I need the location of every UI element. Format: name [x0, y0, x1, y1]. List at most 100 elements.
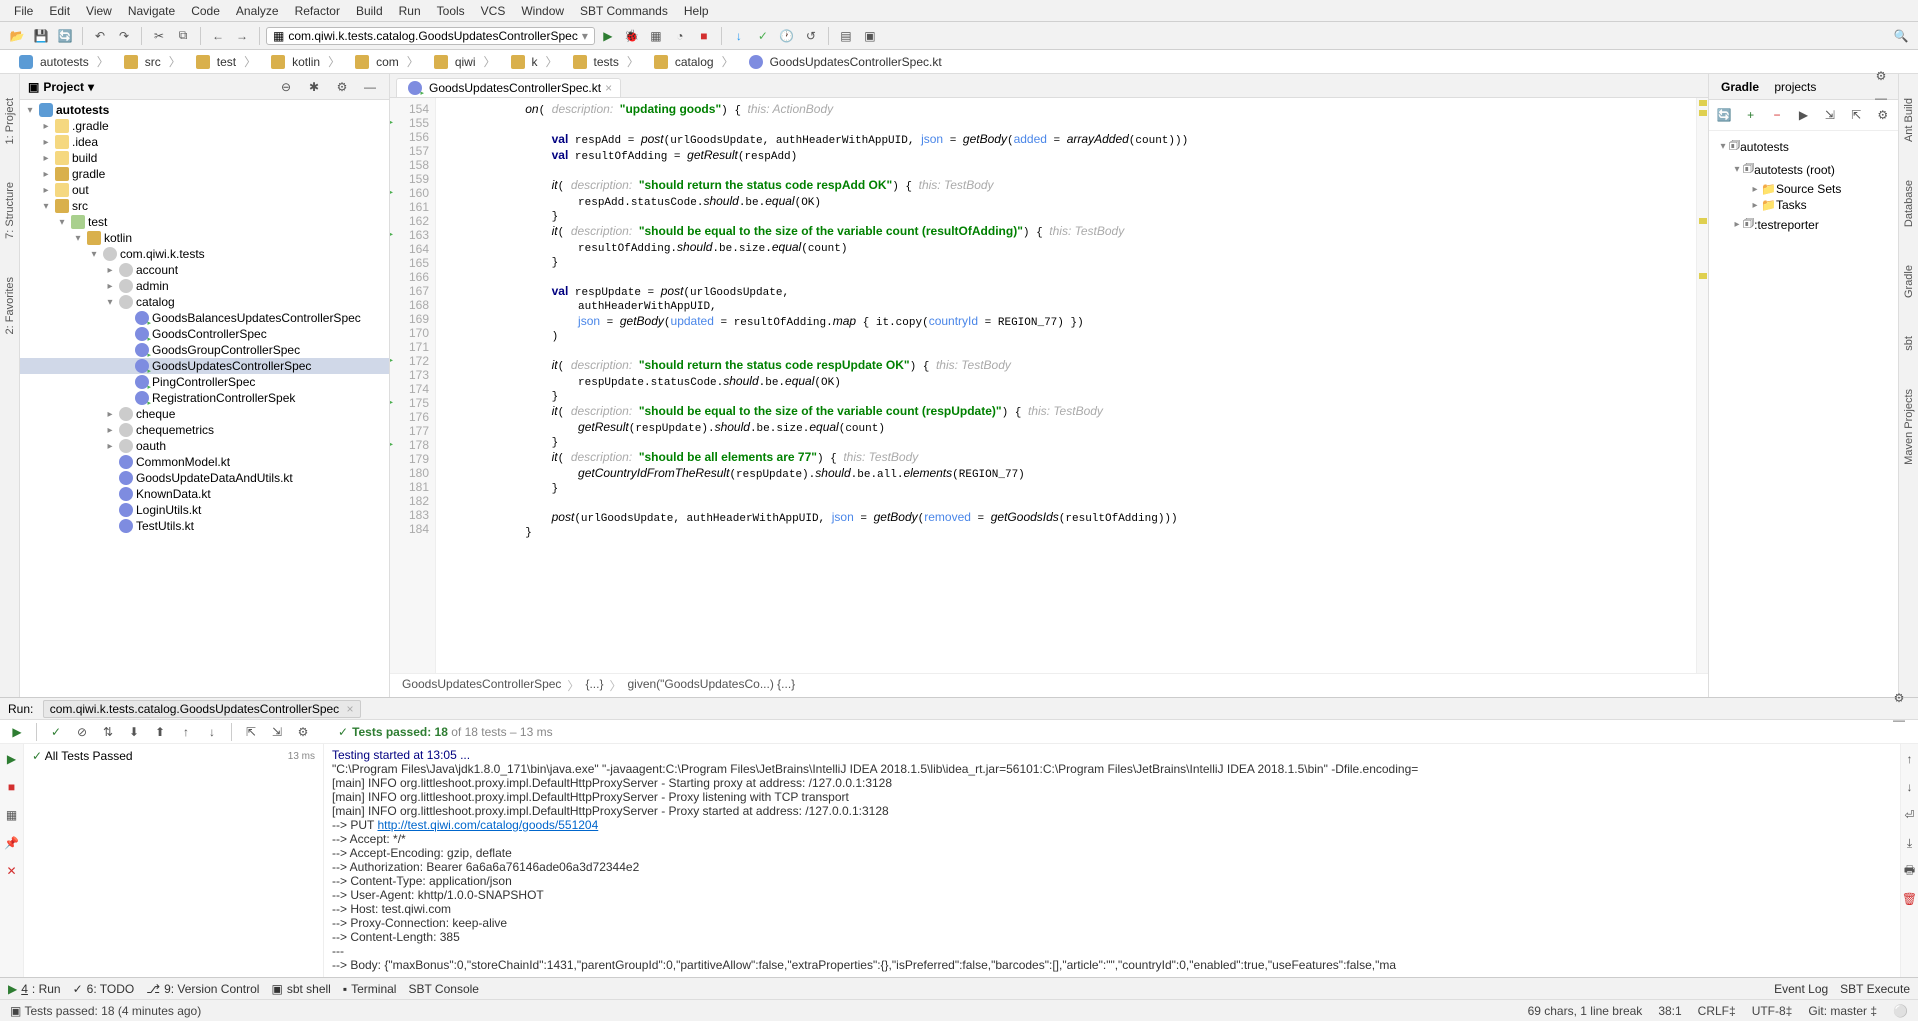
vcs-history-icon[interactable]: 🕐: [776, 25, 798, 47]
breadcrumb-item[interactable]: GoodsUpdatesControllerSpec.kt: [740, 55, 956, 69]
close-icon[interactable]: ×: [347, 702, 354, 716]
bottom-tab[interactable]: SBT Console: [408, 982, 478, 996]
gear-icon[interactable]: ⚙: [331, 76, 353, 98]
breadcrumb-item[interactable]: com: [346, 53, 425, 70]
tree-item[interactable]: RegistrationControllerSpek: [20, 390, 389, 406]
status-field[interactable]: 69 chars, 1 line break: [1528, 1004, 1643, 1018]
tree-item[interactable]: PingControllerSpec: [20, 374, 389, 390]
menu-help[interactable]: Help: [676, 2, 717, 20]
open-file-icon[interactable]: 📂: [6, 25, 28, 47]
menu-edit[interactable]: Edit: [41, 2, 78, 20]
settings-icon[interactable]: ⚙: [292, 721, 314, 743]
menu-refactor[interactable]: Refactor: [287, 2, 348, 20]
vcs-revert-icon[interactable]: ↺: [800, 25, 822, 47]
tree-item[interactable]: ▸gradle: [20, 166, 389, 182]
test-tree[interactable]: ✓ All Tests Passed 13 ms: [24, 744, 324, 977]
gradle-tab[interactable]: Gradle: [1715, 78, 1765, 96]
tree-item[interactable]: GoodsBalancesUpdatesControllerSpec: [20, 310, 389, 326]
menu-build[interactable]: Build: [348, 2, 391, 20]
toolwindow-tab[interactable]: Gradle: [1901, 261, 1917, 302]
rerun-icon[interactable]: ▶: [6, 721, 28, 743]
up-icon[interactable]: ↑: [1899, 748, 1918, 770]
hide-icon[interactable]: —: [359, 76, 381, 98]
debug-icon[interactable]: 🐞: [621, 25, 643, 47]
menu-code[interactable]: Code: [183, 2, 228, 20]
breadcrumb-item[interactable]: tests: [564, 53, 645, 70]
menu-run[interactable]: Run: [391, 2, 429, 20]
toolwindow-tab[interactable]: 1: Project: [2, 94, 18, 148]
structure-icon[interactable]: ▤: [835, 25, 857, 47]
project-tree[interactable]: ▾autotests▸.gradle▸.idea▸build▸gradle▸ou…: [20, 100, 389, 697]
status-field[interactable]: ⚪: [1893, 1004, 1908, 1018]
run-config-tab[interactable]: com.qiwi.k.tests.catalog.GoodsUpdatesCon…: [50, 702, 339, 716]
run-icon[interactable]: ▶: [597, 25, 619, 47]
tree-item[interactable]: ▾kotlin: [20, 230, 389, 246]
fail-filter-icon[interactable]: ⊘: [71, 721, 93, 743]
breadcrumb-item[interactable]: test: [187, 53, 262, 70]
editor-crumb[interactable]: GoodsUpdatesControllerSpec: [402, 677, 561, 694]
tree-item[interactable]: CommonModel.kt: [20, 454, 389, 470]
toolwindow-tab[interactable]: Ant Build: [1901, 94, 1917, 146]
undo-icon[interactable]: ↶: [89, 25, 111, 47]
import-icon[interactable]: ⇲: [266, 721, 288, 743]
run-config-selector[interactable]: ▦ com.qiwi.k.tests.catalog.GoodsUpdatesC…: [266, 27, 595, 45]
add-icon[interactable]: +: [1741, 104, 1759, 126]
coverage-icon[interactable]: ▦: [645, 25, 667, 47]
tree-item[interactable]: ▸out: [20, 182, 389, 198]
status-field[interactable]: Git: master ‡: [1808, 1004, 1877, 1018]
tree-item[interactable]: ▸admin: [20, 278, 389, 294]
cut-icon[interactable]: ✂: [148, 25, 170, 47]
menu-navigate[interactable]: Navigate: [120, 2, 183, 20]
menu-tools[interactable]: Tools: [429, 2, 473, 20]
bottom-tab[interactable]: ⎇ 9: Version Control: [146, 982, 259, 996]
stop-icon[interactable]: ■: [693, 25, 715, 47]
status-field[interactable]: UTF-8‡: [1752, 1004, 1793, 1018]
breadcrumb-item[interactable]: autotests: [10, 53, 115, 70]
gear-icon[interactable]: ⚙: [1870, 65, 1892, 87]
bottom-tab[interactable]: ▪ Terminal: [343, 982, 397, 996]
collapse-icon[interactable]: ⇱: [1847, 104, 1865, 126]
sort-icon[interactable]: ⇅: [97, 721, 119, 743]
projects-tab[interactable]: projects: [1768, 78, 1822, 96]
tree-item[interactable]: ▸chequemetrics: [20, 422, 389, 438]
expand-icon[interactable]: ⬇: [123, 721, 145, 743]
breadcrumb-item[interactable]: kotlin: [262, 53, 346, 70]
rerun-icon[interactable]: ▶: [1, 748, 23, 770]
remove-icon[interactable]: −: [1768, 104, 1786, 126]
toolwindow-tab[interactable]: 2: Favorites: [2, 273, 18, 338]
tab-goodsupdatescontrollerspec[interactable]: GoodsUpdatesControllerSpec.kt ×: [396, 78, 621, 97]
status-field[interactable]: 38:1: [1658, 1004, 1681, 1018]
toolwindow-tab[interactable]: 7: Structure: [2, 178, 18, 243]
tree-item[interactable]: LoginUtils.kt: [20, 502, 389, 518]
toolwindow-tab[interactable]: sbt: [1901, 332, 1917, 355]
collapse-icon[interactable]: ⬆: [149, 721, 171, 743]
bottom-tab[interactable]: ▣ sbt shell: [271, 982, 330, 996]
tree-item[interactable]: ▾src: [20, 198, 389, 214]
breadcrumb-item[interactable]: catalog: [645, 53, 740, 70]
bottom-tab[interactable]: ✓ 6: TODO: [73, 982, 135, 996]
menu-file[interactable]: File: [6, 2, 41, 20]
breadcrumb-item[interactable]: qiwi: [425, 53, 502, 70]
tree-item[interactable]: ▾test: [20, 214, 389, 230]
menu-view[interactable]: View: [78, 2, 120, 20]
target-icon[interactable]: ✱: [303, 76, 325, 98]
tree-item[interactable]: KnownData.kt: [20, 486, 389, 502]
bottom-tab[interactable]: ▶ 4: Run: [8, 982, 61, 996]
expand-icon[interactable]: ⇲: [1821, 104, 1839, 126]
toolwindow-tab[interactable]: Maven Projects: [1901, 385, 1917, 469]
export-icon[interactable]: ⇱: [240, 721, 262, 743]
project-panel-title[interactable]: ▣ Project ▾: [28, 80, 94, 94]
bottom-tab-right[interactable]: Event Log: [1774, 982, 1828, 996]
breadcrumb-item[interactable]: src: [115, 53, 187, 70]
collapse-icon[interactable]: ⊖: [275, 76, 297, 98]
back-icon[interactable]: ←: [207, 25, 229, 47]
gear-icon[interactable]: ⚙: [1888, 687, 1910, 709]
tree-item[interactable]: ▸oauth: [20, 438, 389, 454]
menu-window[interactable]: Window: [513, 2, 572, 20]
bottom-tab-right[interactable]: SBT Execute: [1840, 982, 1910, 996]
settings-icon[interactable]: ⚙: [1874, 104, 1892, 126]
tree-item[interactable]: ▾com.qiwi.k.tests: [20, 246, 389, 262]
status-field[interactable]: CRLF‡: [1698, 1004, 1736, 1018]
refresh-icon[interactable]: 🔄: [1715, 104, 1733, 126]
tree-item[interactable]: GoodsUpdatesControllerSpec: [20, 358, 389, 374]
